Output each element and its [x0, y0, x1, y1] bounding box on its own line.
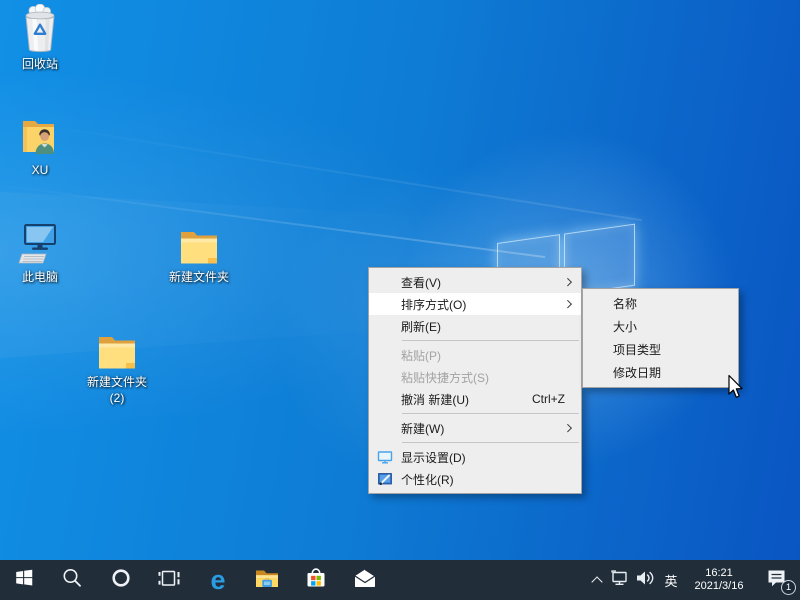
- submenu-arrow-icon: [563, 278, 571, 286]
- mouse-cursor: [727, 374, 745, 405]
- menu-item-undo-new[interactable]: 撤消 新建(U) Ctrl+Z: [369, 388, 581, 410]
- personalization-icon: [377, 471, 393, 487]
- edge-icon: e: [210, 567, 225, 594]
- submenu-item-name[interactable]: 名称: [583, 292, 738, 315]
- menu-item-new[interactable]: 新建(W): [369, 417, 581, 439]
- network-icon: [610, 569, 632, 592]
- system-tray: 英 16:21 2021/3/16 1: [586, 560, 800, 600]
- desktop-icon-label: 新建文件夹: [79, 374, 155, 390]
- desktop-icon-recycle-bin[interactable]: 回收站: [2, 6, 78, 72]
- taskbar: e: [0, 560, 800, 600]
- menu-shortcut: Ctrl+Z: [532, 392, 565, 406]
- desktop-icon-label-line2: (2): [79, 390, 155, 406]
- cortana-icon: [109, 566, 133, 595]
- tray-date: 2021/3/16: [695, 580, 744, 593]
- cortana-button[interactable]: [99, 560, 143, 600]
- desktop[interactable]: 回收站 XU 此电脑: [0, 0, 800, 600]
- desktop-icon-label: XU: [2, 162, 78, 178]
- menu-item-display-settings[interactable]: 显示设置(D): [369, 446, 581, 468]
- menu-item-paste[interactable]: 粘贴(P): [369, 344, 581, 366]
- action-center-button[interactable]: 1: [754, 560, 800, 600]
- desktop-context-menu: 查看(V) 排序方式(O) 刷新(E) 粘贴(P) 粘贴快捷方式(S) 撤消 新…: [368, 267, 582, 494]
- search-button[interactable]: [50, 560, 94, 600]
- menu-separator: [402, 442, 579, 443]
- network-button[interactable]: [608, 560, 633, 600]
- folder-icon: [79, 324, 155, 372]
- file-explorer-icon: [254, 566, 280, 595]
- submenu-arrow-icon: [563, 424, 571, 432]
- desktop-icon-new-folder[interactable]: 新建文件夹: [161, 219, 237, 285]
- language-indicator[interactable]: 英: [658, 560, 684, 600]
- submenu-item-size[interactable]: 大小: [583, 315, 738, 338]
- clock[interactable]: 16:21 2021/3/16: [684, 560, 754, 600]
- submenu-item-date-modified[interactable]: 修改日期: [583, 361, 738, 384]
- edge-button[interactable]: e: [196, 560, 240, 600]
- file-explorer-button[interactable]: [245, 560, 289, 600]
- start-button[interactable]: [2, 560, 46, 600]
- desktop-icon-label: 回收站: [2, 56, 78, 72]
- chevron-up-icon: [591, 576, 602, 587]
- store-icon: [303, 565, 329, 596]
- notification-badge: 1: [781, 580, 796, 595]
- desktop-icon-user-folder[interactable]: XU: [2, 112, 78, 178]
- wallpaper-light-beam: [0, 183, 545, 258]
- search-icon: [60, 566, 84, 595]
- menu-separator: [402, 340, 579, 341]
- submenu-item-item-type[interactable]: 项目类型: [583, 338, 738, 361]
- menu-separator: [402, 413, 579, 414]
- mail-button[interactable]: [343, 560, 387, 600]
- desktop-icon-label: 新建文件夹: [161, 269, 237, 285]
- desktop-icon-new-folder-2[interactable]: 新建文件夹 (2): [79, 324, 155, 406]
- desktop-icon-this-pc[interactable]: 此电脑: [2, 219, 78, 285]
- menu-item-paste-shortcut[interactable]: 粘贴快捷方式(S): [369, 366, 581, 388]
- task-view-icon: [157, 566, 181, 595]
- volume-button[interactable]: [633, 560, 658, 600]
- folder-icon: [161, 219, 237, 267]
- menu-item-refresh[interactable]: 刷新(E): [369, 315, 581, 337]
- recycle-bin-icon: [2, 6, 78, 54]
- start-icon: [13, 567, 35, 594]
- wallpaper-light-beam: [0, 116, 642, 221]
- menu-item-view[interactable]: 查看(V): [369, 271, 581, 293]
- user-folder-icon: [2, 112, 78, 160]
- store-button[interactable]: [294, 560, 338, 600]
- this-pc-icon: [2, 219, 78, 267]
- task-view-button[interactable]: [147, 560, 191, 600]
- sort-by-submenu: 名称 大小 项目类型 修改日期: [582, 288, 739, 388]
- display-settings-icon: [377, 449, 393, 465]
- menu-item-sort-by[interactable]: 排序方式(O): [369, 293, 581, 315]
- tray-time: 16:21: [695, 567, 744, 580]
- mail-icon: [352, 567, 378, 594]
- tray-show-hidden-icons-button[interactable]: [586, 560, 608, 600]
- submenu-arrow-icon: [563, 300, 571, 308]
- desktop-icon-label: 此电脑: [2, 269, 78, 285]
- menu-item-personalize[interactable]: 个性化(R): [369, 468, 581, 490]
- volume-icon: [635, 569, 657, 592]
